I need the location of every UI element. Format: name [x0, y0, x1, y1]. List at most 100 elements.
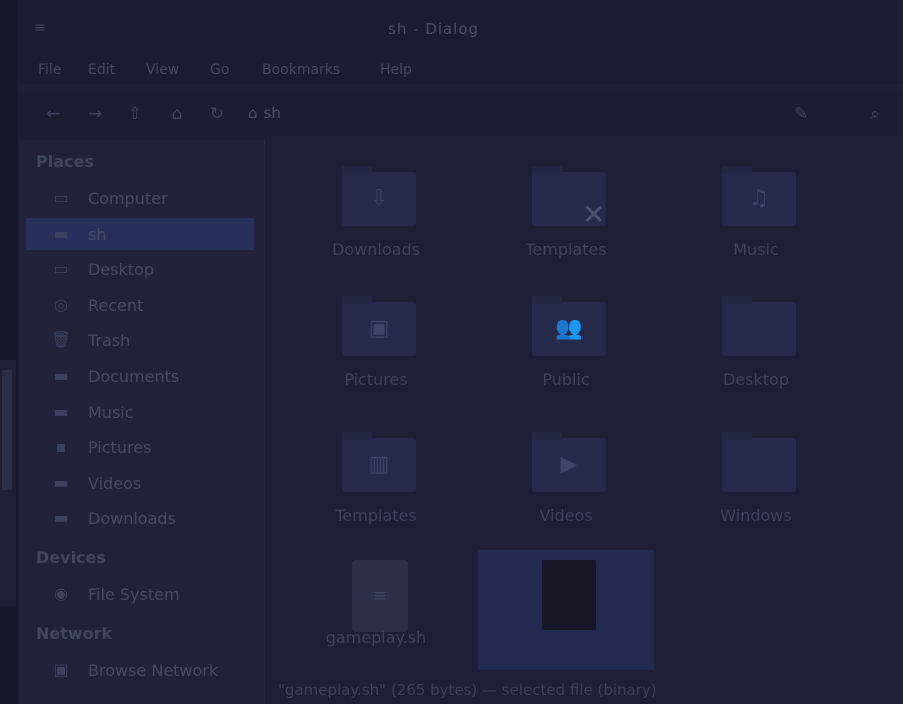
pencil-icon[interactable]: ✎ [790, 104, 812, 124]
background-window-edge [0, 360, 16, 606]
file-item[interactable]: Templates [478, 162, 654, 282]
sidebar-item-label: Recent [88, 295, 144, 315]
pictures-folder-icon: ▣ [342, 296, 416, 356]
up-arrow-icon[interactable]: ⇧ [124, 104, 146, 124]
sidebar-item-pictures[interactable]: ▪ Pictures [26, 431, 254, 463]
path-label: sh [263, 104, 281, 122]
videos-folder-icon: ▶ [532, 432, 606, 492]
file-item[interactable]: ▥ Templates [288, 428, 464, 548]
background-window-bar [2, 370, 12, 490]
sidebar-item-browse-network[interactable]: ▣ Browse Network [26, 654, 254, 686]
sidebar-item-label: File System [88, 585, 180, 604]
trash-icon: 🗑 [50, 330, 72, 350]
sidebar-item-downloads[interactable]: ▬ Downloads [26, 502, 254, 534]
file-name: Desktop [723, 370, 789, 389]
file-item[interactable]: ▶ Videos [478, 428, 654, 548]
file-glyph: ▶ [560, 452, 578, 477]
file-item[interactable]: ♫ Music [668, 162, 844, 282]
home-folder-icon: ▬ [53, 223, 69, 243]
folder-icon [722, 432, 796, 492]
templates-folder-icon: ▥ [342, 432, 416, 492]
pictures-icon: ▪ [55, 437, 67, 457]
search-icon[interactable]: ⌕ [864, 104, 886, 124]
file-name: Public [542, 370, 590, 389]
file-item[interactable]: ⇩ Downloads [288, 162, 464, 282]
menu-bookmarks[interactable]: Bookmarks [262, 62, 340, 78]
sidebar-item-label: Pictures [88, 438, 152, 458]
text-file-icon: ≡ [352, 560, 408, 632]
close-icon[interactable]: ✕ [582, 198, 605, 231]
sidebar-item-label: Trash [88, 331, 131, 351]
sidebar-item-documents[interactable]: ▬ Documents [26, 360, 254, 392]
file-item[interactable]: Windows [668, 428, 844, 548]
file-name: Templates [335, 506, 417, 525]
sidebar-item-file-system[interactable]: ◉ File System [26, 578, 254, 610]
pane-divider[interactable] [264, 140, 265, 704]
window-title: sh - Dialog [388, 20, 480, 38]
sidebar-item-videos[interactable]: ▬ Videos [26, 467, 254, 499]
reload-icon[interactable]: ↻ [206, 104, 228, 124]
downloads-folder-icon: ⇩ [342, 166, 416, 226]
network-icon: ▣ [53, 660, 69, 679]
file-manager-window: ≡ sh - Dialog File Edit View Go Bookmark… [18, 0, 903, 704]
home-path-icon: ⌂ [248, 104, 258, 122]
menu-bar: File Edit View Go Bookmarks Help [18, 56, 903, 84]
file-name: Templates [525, 240, 607, 259]
file-name: gameplay.sh [325, 628, 427, 647]
sidebar-item-desktop[interactable]: ▭ Desktop [26, 253, 254, 285]
file-glyph: ≡ [372, 586, 388, 606]
forward-arrow-icon[interactable]: → [84, 104, 106, 124]
sidebar: Places ▭ Computer ▬ sh ▭ Desktop ◎ Recent 🗑 Trash… [18, 140, 264, 704]
menu-go[interactable]: Go [210, 62, 229, 78]
file-name: Windows [720, 506, 792, 525]
file-item[interactable]: 👥 Public [478, 292, 654, 412]
file-name: Downloads [332, 240, 420, 259]
title-bar: ≡ sh - Dialog [18, 0, 903, 58]
file-glyph: ▣ [368, 316, 390, 341]
status-text: "gameplay.sh" (265 bytes) — selected fil… [278, 681, 657, 699]
dark-file-icon [542, 560, 596, 630]
sidebar-item-label: Computer [88, 189, 168, 208]
file-item[interactable]: Desktop [668, 292, 844, 412]
sidebar-item-label: Videos [88, 473, 142, 493]
menu-edit[interactable]: Edit [88, 62, 115, 78]
music-folder-icon: ♫ [722, 166, 796, 226]
path-button[interactable]: ⌂ sh [248, 104, 281, 122]
music-icon: ▬ [53, 401, 69, 421]
window-menu-icon[interactable]: ≡ [34, 20, 46, 36]
file-glyph: ♫ [749, 186, 769, 211]
sidebar-item-label: Desktop [88, 260, 154, 280]
file-item[interactable] [478, 550, 654, 670]
sidebar-item-label: Browse Network [88, 661, 219, 680]
file-name: Pictures [344, 370, 408, 389]
desktop-folder-icon [722, 296, 796, 356]
sidebar-item-music[interactable]: ▬ Music [26, 396, 254, 428]
videos-icon: ▬ [53, 472, 69, 492]
menu-view[interactable]: View [146, 62, 179, 78]
menu-file[interactable]: File [38, 62, 61, 78]
sidebar-item-sh[interactable]: ▬ sh [26, 217, 254, 250]
desktop-icon: ▭ [53, 259, 69, 279]
sidebar-item-label: Music [88, 402, 134, 422]
home-icon[interactable]: ⌂ [166, 104, 188, 124]
sidebar-header-network: Network [36, 624, 113, 643]
back-arrow-icon[interactable]: ← [42, 104, 64, 124]
sidebar-item-computer[interactable]: ▭ Computer [26, 182, 254, 214]
downloads-icon: ▬ [53, 508, 69, 528]
sidebar-item-label: Documents [88, 367, 180, 386]
status-bar: "gameplay.sh" (265 bytes) — selected fil… [266, 676, 903, 704]
file-name: Music [733, 240, 779, 259]
computer-icon: ▭ [53, 188, 69, 207]
sidebar-item-recent[interactable]: ◎ Recent [26, 289, 254, 321]
file-name: Videos [539, 506, 593, 525]
sidebar-item-label: sh [88, 224, 107, 244]
menu-help[interactable]: Help [380, 62, 412, 78]
sidebar-header-places: Places [36, 152, 94, 171]
documents-icon: ▬ [53, 366, 69, 385]
file-glyph: ⇩ [369, 186, 389, 211]
file-item[interactable]: ▣ Pictures [288, 292, 464, 412]
public-folder-icon: 👥 [532, 296, 606, 356]
sidebar-item-trash[interactable]: 🗑 Trash [26, 324, 254, 356]
recent-icon: ◎ [54, 294, 68, 314]
file-item[interactable]: ≡ gameplay.sh [288, 550, 464, 670]
